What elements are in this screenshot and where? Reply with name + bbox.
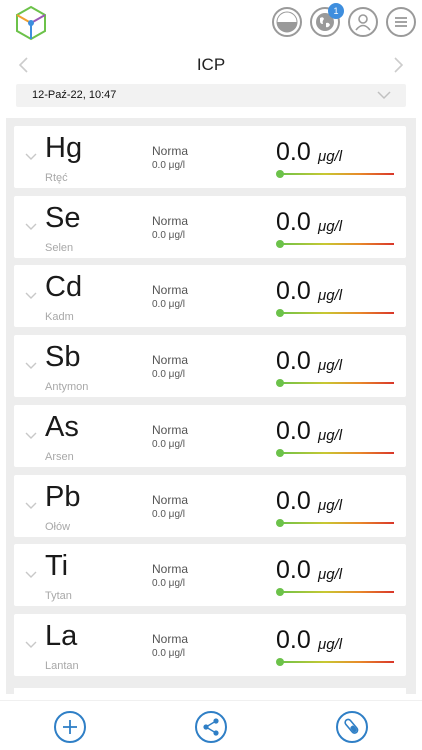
level-gauge bbox=[279, 521, 394, 524]
element-row[interactable]: Cd Kadm Norma 0.0 μg/l 0.0 μg/l bbox=[14, 265, 406, 328]
globe-icon[interactable]: 1 bbox=[310, 3, 344, 37]
element-name: Ołów bbox=[45, 520, 71, 533]
element-row[interactable]: Pb Ołów Norma 0.0 μg/l 0.0 μg/l bbox=[14, 474, 406, 537]
norm-label: Norma bbox=[152, 144, 189, 158]
element-name: Tytan bbox=[45, 590, 72, 603]
measured-value: 0.0 bbox=[276, 138, 311, 166]
half-circle-icon[interactable] bbox=[272, 7, 302, 37]
norm-label: Norma bbox=[152, 353, 189, 368]
norm-value: 0.0 μg/l bbox=[152, 647, 186, 659]
measured-value: 0.0 bbox=[276, 207, 311, 236]
element-symbol: Ti bbox=[45, 550, 69, 583]
element-row[interactable]: Sb Antymon Norma 0.0 μg/l 0.0 μg/l bbox=[14, 335, 406, 398]
level-gauge bbox=[279, 451, 394, 454]
level-indicator bbox=[276, 657, 284, 666]
level-gauge bbox=[279, 382, 394, 385]
element-name: Selen bbox=[45, 241, 74, 254]
chevron-down-icon[interactable] bbox=[24, 640, 38, 650]
element-symbol: La bbox=[45, 619, 78, 652]
level-indicator bbox=[276, 379, 284, 388]
element-row[interactable]: La Lantan Norma 0.0 μg/l 0.0 μg/l bbox=[14, 613, 406, 676]
element-symbol: Hg bbox=[45, 132, 83, 164]
element-name: Kadm bbox=[45, 311, 74, 324]
norm-label: Norma bbox=[152, 213, 189, 228]
measured-unit: μg/l bbox=[318, 566, 343, 584]
level-gauge bbox=[279, 173, 394, 175]
add-icon[interactable] bbox=[54, 711, 86, 743]
measured-value: 0.0 bbox=[276, 277, 311, 306]
norm-label: Norma bbox=[152, 562, 189, 577]
element-row[interactable]: Ti Tytan Norma 0.0 μg/l 0.0 μg/l bbox=[14, 544, 406, 607]
chevron-right-icon[interactable] bbox=[388, 54, 408, 76]
norm-value: 0.0 μg/l bbox=[152, 578, 186, 590]
chevron-down-icon[interactable] bbox=[24, 361, 38, 371]
level-gauge bbox=[279, 660, 394, 663]
user-icon[interactable] bbox=[348, 7, 378, 37]
chevron-down-icon[interactable] bbox=[24, 291, 38, 301]
norm-label: Norma bbox=[152, 492, 189, 507]
share-icon[interactable] bbox=[195, 711, 227, 743]
measured-unit: μg/l bbox=[318, 426, 343, 444]
measured-unit: μg/l bbox=[318, 496, 343, 514]
measured-unit: μg/l bbox=[318, 357, 343, 375]
norm-value: 0.0 μg/l bbox=[152, 369, 186, 381]
page-header: ICP bbox=[0, 50, 422, 80]
level-indicator bbox=[276, 309, 284, 318]
norm-value: 0.0 μg/l bbox=[152, 438, 186, 450]
norm-value: 0.0 μg/l bbox=[152, 508, 186, 520]
element-row[interactable]: Hg Rtęć Norma 0.0 μg/l 0.0 μg/l bbox=[14, 126, 406, 188]
norm-label: Norma bbox=[152, 283, 189, 298]
date-value: 12-Paź-22, 10:47 bbox=[32, 89, 117, 101]
level-gauge bbox=[279, 242, 394, 245]
norm-label: Norma bbox=[152, 422, 189, 437]
level-indicator bbox=[276, 588, 284, 597]
element-symbol: Pb bbox=[45, 480, 81, 513]
level-indicator bbox=[276, 518, 284, 527]
chevron-down-icon[interactable] bbox=[24, 222, 38, 232]
chevron-down-icon[interactable] bbox=[24, 570, 38, 580]
level-indicator bbox=[276, 170, 284, 178]
element-symbol: Cd bbox=[45, 271, 83, 304]
element-row[interactable]: As Arsen Norma 0.0 μg/l 0.0 μg/l bbox=[14, 404, 406, 467]
element-symbol: Se bbox=[45, 201, 81, 234]
chevron-down-icon[interactable] bbox=[24, 431, 38, 441]
norm-value: 0.0 μg/l bbox=[152, 299, 186, 311]
level-gauge bbox=[279, 591, 394, 594]
chevron-down-icon[interactable] bbox=[24, 152, 38, 162]
level-indicator bbox=[276, 239, 284, 248]
menu-icon[interactable] bbox=[386, 7, 416, 37]
element-list[interactable]: Hg Rtęć Norma 0.0 μg/l 0.0 μg/l Se Selen Norma 0.… bbox=[6, 118, 416, 694]
top-bar: 1 bbox=[0, 0, 422, 44]
measured-value: 0.0 bbox=[276, 416, 311, 445]
measured-unit: μg/l bbox=[318, 287, 343, 305]
chevron-down-icon bbox=[377, 91, 391, 100]
element-row[interactable]: Se Selen Norma 0.0 μg/l 0.0 μg/l bbox=[14, 195, 406, 258]
element-name: Lantan bbox=[45, 659, 79, 672]
measured-value: 0.0 bbox=[276, 347, 311, 376]
test-tube-icon[interactable] bbox=[336, 711, 368, 743]
measured-unit: μg/l bbox=[318, 217, 343, 235]
measured-value: 0.0 bbox=[276, 625, 311, 654]
measured-unit: μg/l bbox=[318, 635, 343, 653]
app-logo-cube-icon[interactable] bbox=[15, 5, 47, 41]
element-name: Arsen bbox=[45, 450, 74, 463]
element-symbol: Sb bbox=[45, 341, 81, 374]
norm-value: 0.0 μg/l bbox=[152, 160, 186, 171]
measured-value: 0.0 bbox=[276, 556, 311, 585]
element-name: Antymon bbox=[45, 381, 89, 394]
element-name: Rtęć bbox=[45, 172, 68, 184]
level-indicator bbox=[276, 448, 284, 457]
notification-badge: 1 bbox=[328, 3, 344, 19]
element-row-partial[interactable] bbox=[14, 688, 406, 694]
bottom-toolbar bbox=[0, 700, 422, 750]
measured-unit: μg/l bbox=[318, 148, 343, 165]
measured-value: 0.0 bbox=[276, 486, 311, 515]
element-symbol: As bbox=[45, 410, 79, 443]
level-gauge bbox=[279, 312, 394, 315]
date-dropdown[interactable]: 12-Paź-22, 10:47 bbox=[16, 84, 406, 107]
chevron-down-icon[interactable] bbox=[24, 501, 38, 511]
norm-label: Norma bbox=[152, 631, 189, 646]
page-title: ICP bbox=[196, 55, 226, 74]
norm-value: 0.0 μg/l bbox=[152, 229, 186, 241]
